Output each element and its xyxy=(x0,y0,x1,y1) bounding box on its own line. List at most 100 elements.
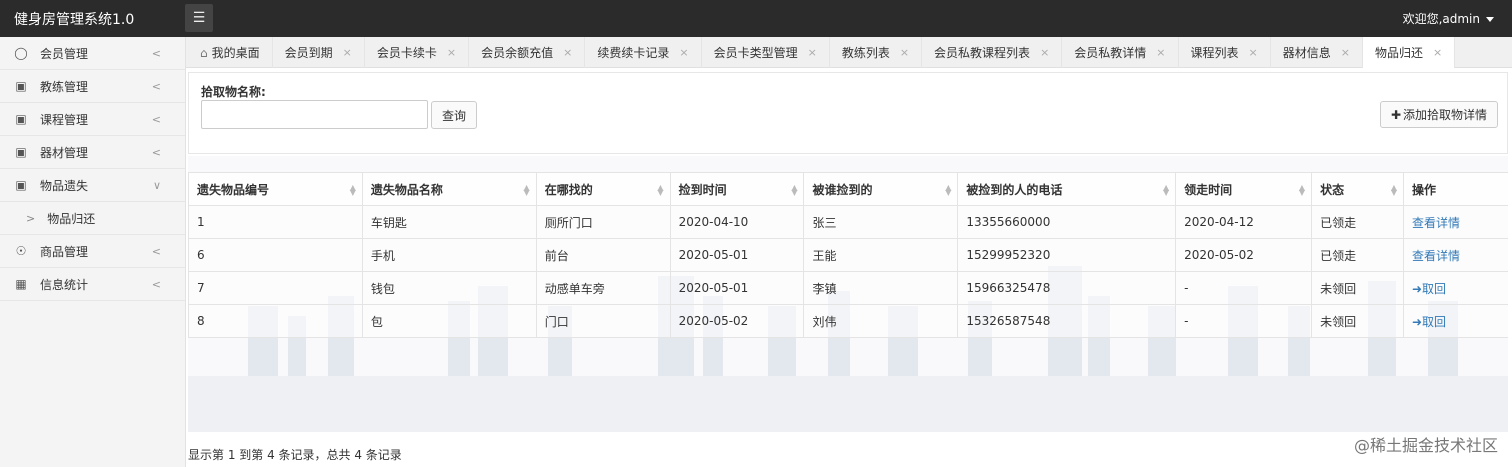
tab-card-types[interactable]: 会员卡类型管理 × xyxy=(702,37,830,68)
sidebar-item-equipment[interactable]: ▣ 器材管理 < xyxy=(0,136,185,169)
table-row: 6 手机 前台 2020-05-01 王能 15299952320 2020-0… xyxy=(188,238,1508,272)
cell-phone: 15299952320 xyxy=(957,238,1177,272)
chevron-left-icon: < xyxy=(151,47,161,60)
cell-status: 未领回 xyxy=(1311,271,1404,305)
sidebar-item-lost-items[interactable]: ▣ 物品遗失 ∨ xyxy=(0,169,185,202)
cell-where: 厕所门口 xyxy=(535,205,671,239)
menu-toggle-button[interactable]: ☰ xyxy=(185,4,213,32)
cell-status: 已领走 xyxy=(1311,238,1404,272)
sidebar-subitem-return[interactable]: > 物品归还 xyxy=(0,202,185,235)
close-icon[interactable]: × xyxy=(447,46,456,59)
column-header[interactable]: 在哪找的 ▲ ▼ xyxy=(535,172,671,206)
sort-icon: ▲ ▼ xyxy=(945,183,952,197)
grid-icon: ▦ xyxy=(15,277,27,291)
cell-id: 8 xyxy=(188,304,363,338)
chevron-down-icon: ∨ xyxy=(152,179,161,192)
sidebar-item-courses[interactable]: ▣ 课程管理 < xyxy=(0,103,185,136)
chevron-left-icon: < xyxy=(151,245,161,258)
sidebar-item-label: 信息统计 xyxy=(40,277,89,292)
cell-action: ➜取回 xyxy=(1402,304,1508,338)
sidebar-item-label: 会员管理 xyxy=(40,46,89,61)
close-icon[interactable]: × xyxy=(679,46,688,59)
tab-private-course-list[interactable]: 会员私教课程列表 × xyxy=(922,37,1063,68)
add-item-button[interactable]: ✚ 添加拾取物详情 xyxy=(1380,101,1498,128)
column-header[interactable]: 遗失物品名称 ▲ ▼ xyxy=(361,172,537,206)
chevron-left-icon: < xyxy=(151,278,161,291)
cell-found-date: 2020-04-10 xyxy=(669,205,805,239)
column-header[interactable]: 被谁捡到的 ▲ ▼ xyxy=(803,172,959,206)
tab-item-return[interactable]: 物品归还 × xyxy=(1362,37,1456,68)
search-label: 拾取物名称: xyxy=(201,85,266,99)
cell-name: 包 xyxy=(361,304,537,338)
close-icon[interactable]: × xyxy=(1040,46,1049,59)
cell-taken-date: - xyxy=(1175,304,1313,338)
column-header[interactable]: 领走时间 ▲ ▼ xyxy=(1175,172,1313,206)
tab-renew-records[interactable]: 续费续卡记录 × xyxy=(585,37,702,68)
sidebar-item-products[interactable]: ☉ 商品管理 < xyxy=(0,235,185,268)
chevron-left-icon: < xyxy=(151,113,161,126)
search-input[interactable] xyxy=(201,100,428,129)
cell-where: 动感单车旁 xyxy=(535,271,671,305)
sidebar-item-members[interactable]: ◯ 会员管理 < xyxy=(0,37,185,70)
close-icon[interactable]: × xyxy=(1156,46,1165,59)
column-header[interactable]: 捡到时间 ▲ ▼ xyxy=(669,172,805,206)
column-header[interactable]: 遗失物品编号 ▲ ▼ xyxy=(188,172,363,206)
cell-phone: 15966325478 xyxy=(957,271,1177,305)
plus-icon: ✚ xyxy=(1390,107,1402,122)
tab-card-renew[interactable]: 会员卡续卡 × xyxy=(365,37,470,68)
cell-phone: 15326587548 xyxy=(957,304,1177,338)
cell-finder: 李镇 xyxy=(803,271,959,305)
search-button[interactable]: 查询 xyxy=(431,101,477,129)
tab-label: 教练列表 xyxy=(841,46,890,60)
tab-label: 会员到期 xyxy=(284,46,333,60)
close-icon[interactable]: × xyxy=(1433,46,1442,59)
table-row: 1 车钥匙 厕所门口 2020-04-10 张三 13355660000 202… xyxy=(188,205,1508,239)
sort-icon: ▲ ▼ xyxy=(1298,183,1306,197)
cell-action: ➜取回 xyxy=(1402,271,1508,305)
cell-where: 前台 xyxy=(535,238,671,272)
table-container: 遗失物品编号 ▲ ▼ 遗失物品名称 ▲ ▼ 在哪找的 ▲ ▼ 捡到时间 ▲ ▼ 被谁捡到的 ▲ ▼ … xyxy=(188,156,1508,432)
cell-action: 查看详情 xyxy=(1402,205,1508,239)
search-panel: 拾取物名称: 查询 ✚ 添加拾取物详情 xyxy=(188,72,1508,154)
tab-balance-topup[interactable]: 会员余额充值 × xyxy=(469,37,586,68)
tab-equipment-info[interactable]: 器材信息 × xyxy=(1271,37,1363,68)
column-header[interactable]: 状态 ▲ ▼ xyxy=(1311,172,1404,206)
close-icon[interactable]: × xyxy=(563,46,572,59)
close-icon[interactable]: × xyxy=(343,46,352,59)
cell-found-date: 2020-05-02 xyxy=(669,304,805,338)
app-title: 健身房管理系统1.0 xyxy=(14,12,135,28)
user-menu[interactable]: 欢迎您,admin xyxy=(1403,10,1494,27)
close-icon[interactable]: × xyxy=(1341,46,1350,59)
sidebar-item-statistics[interactable]: ▦ 信息统计 < xyxy=(0,268,185,301)
sidebar-item-coaches[interactable]: ▣ 教练管理 < xyxy=(0,70,185,103)
doc-icon: ▣ xyxy=(15,145,27,159)
arrow-right-icon: ➜ xyxy=(1411,314,1423,329)
tab-private-detail[interactable]: 会员私教详情 × xyxy=(1062,37,1179,68)
retrieve-link[interactable]: ➜取回 xyxy=(1412,282,1446,296)
cell-id: 1 xyxy=(188,205,363,239)
sort-icon: ▲ ▼ xyxy=(523,183,530,197)
table-row: 7 钱包 动感单车旁 2020-05-01 李镇 15966325478 - 未… xyxy=(188,271,1508,305)
close-icon[interactable]: × xyxy=(1249,46,1258,59)
chevron-left-icon: < xyxy=(151,80,161,93)
view-detail-link[interactable]: 查看详情 xyxy=(1412,216,1460,230)
hamburger-icon: ☰ xyxy=(192,10,206,26)
tab-desktop[interactable]: ⌂ 我的桌面 xyxy=(186,37,273,68)
close-icon[interactable]: × xyxy=(900,46,909,59)
tab-coach-list[interactable]: 教练列表 × xyxy=(830,37,923,68)
close-icon[interactable]: × xyxy=(808,46,817,59)
sidebar-item-label: 物品遗失 xyxy=(40,178,89,193)
tab-label: 会员卡续卡 xyxy=(376,46,437,60)
view-detail-link[interactable]: 查看详情 xyxy=(1412,249,1460,263)
sort-icon: ▲ ▼ xyxy=(791,183,798,197)
tab-member-expiry[interactable]: 会员到期 × xyxy=(273,37,365,68)
column-header[interactable]: 被捡到的人的电话 ▲ ▼ xyxy=(957,172,1177,206)
retrieve-link[interactable]: ➜取回 xyxy=(1412,315,1446,329)
pagination-info: 显示第 1 到第 4 条记录，总共 4 条记录 xyxy=(188,448,402,462)
chevron-right-icon: > xyxy=(26,211,36,225)
tab-label: 物品归还 xyxy=(1374,46,1423,60)
sidebar-item-label: 教练管理 xyxy=(40,79,89,94)
tab-label: 会员卡类型管理 xyxy=(713,46,798,60)
chevron-left-icon: < xyxy=(151,146,161,159)
tab-course-list[interactable]: 课程列表 × xyxy=(1179,37,1271,68)
